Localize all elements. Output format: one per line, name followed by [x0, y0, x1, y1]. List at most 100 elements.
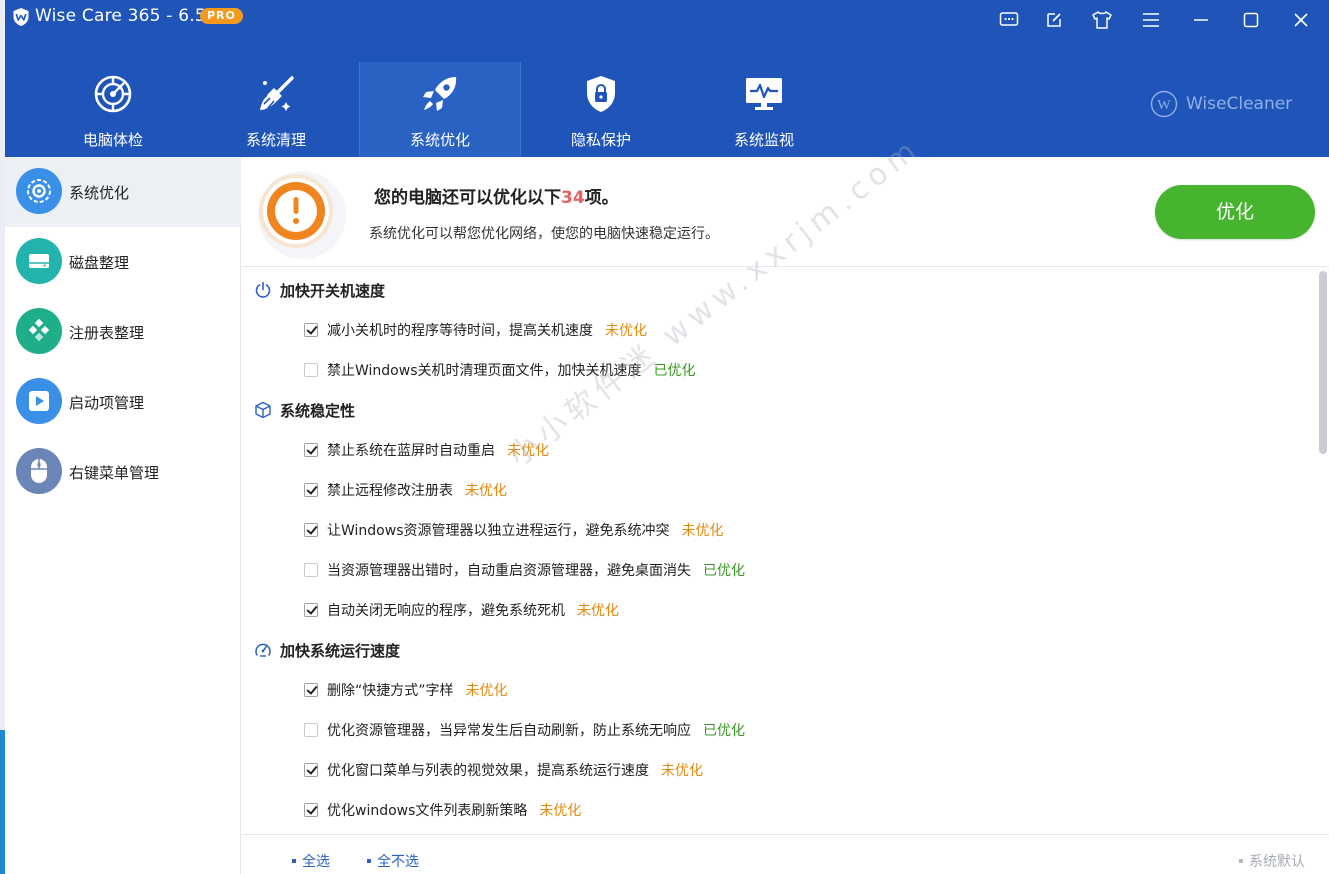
- tab-optimizer[interactable]: 系统优化: [360, 62, 520, 157]
- maximize-button[interactable]: [1237, 7, 1265, 33]
- list-item: 优化资源管理器，当异常发生后自动刷新，防止系统无响应 已优化: [304, 718, 745, 742]
- checkbox[interactable]: [304, 763, 318, 777]
- sidebar-item-label: 系统优化: [69, 184, 130, 202]
- skin-icon: [1092, 11, 1112, 29]
- item-text: 当资源管理器出错时，自动重启资源管理器，避免桌面消失: [327, 563, 691, 579]
- menu-button[interactable]: [1137, 7, 1165, 33]
- rocket-icon: [423, 77, 457, 111]
- mouse-icon: [16, 448, 62, 494]
- minimize-button[interactable]: [1187, 7, 1215, 33]
- close-button[interactable]: [1287, 7, 1315, 33]
- edit-icon: [1047, 13, 1061, 27]
- section-header: 加快系统运行速度: [254, 638, 400, 662]
- list-item: 让Windows资源管理器以独立进程运行，避免系统冲突 未优化: [304, 518, 724, 542]
- feedback-icon: [999, 12, 1019, 26]
- checkbox[interactable]: [304, 523, 318, 537]
- app-window: Wise Care 365 - 6.5.1 PRO 电脑体检 系统清理 系统优化…: [5, 0, 1329, 874]
- list-item: 禁止系统在蓝屏时自动重启 未优化: [304, 438, 549, 462]
- item-text: 优化资源管理器，当异常发生后自动刷新，防止系统无响应: [327, 723, 691, 739]
- tab-label: 隐私保护: [570, 131, 631, 149]
- sidebar-item-label: 注册表整理: [69, 324, 145, 342]
- tab-privacy[interactable]: 隐私保护: [521, 62, 681, 157]
- sidebar-item-startup[interactable]: 启动项管理: [5, 367, 241, 437]
- status-badge: 未优化: [577, 603, 619, 619]
- section-header: 系统稳定性: [254, 398, 355, 422]
- feedback-button[interactable]: [995, 7, 1023, 33]
- checkbox[interactable]: [304, 803, 318, 817]
- play-icon: [16, 378, 62, 424]
- tab-monitor[interactable]: 系统监视: [684, 62, 844, 157]
- tab-label: 系统优化: [409, 131, 470, 149]
- brand-name: WiseCleaner: [1186, 94, 1293, 114]
- issue-count: 34: [561, 188, 585, 208]
- broom-icon: [260, 76, 294, 111]
- list-item: 禁止Windows关机时清理页面文件，加快关机速度 已优化: [304, 358, 696, 382]
- main-panel: 您的电脑还可以优化以下34项。 系统优化可以帮您优化网络，使您的电脑快速稳定运行…: [242, 157, 1329, 874]
- sidebar: 系统优化 磁盘整理 注册表整理 启动项管理 右键菜单管理: [5, 157, 241, 874]
- status-badge: 已优化: [703, 723, 745, 739]
- item-text: 禁止Windows关机时清理页面文件，加快关机速度: [327, 363, 642, 379]
- warning-icon: [258, 171, 346, 259]
- radar-icon: [94, 75, 132, 113]
- summary-banner: 您的电脑还可以优化以下34项。 系统优化可以帮您优化网络，使您的电脑快速稳定运行…: [242, 157, 1329, 267]
- optimization-list: 加快开关机速度 减小关机时的程序等待时间，提高关机速度 未优化 禁止Window…: [242, 268, 1329, 834]
- gear-icon: [16, 168, 62, 214]
- item-text: 让Windows资源管理器以独立进程运行，避免系统冲突: [327, 523, 670, 539]
- sidebar-item-context-menu[interactable]: 右键菜单管理: [5, 437, 241, 507]
- cube-icon: [255, 401, 271, 419]
- list-item: 减小关机时的程序等待时间，提高关机速度 未优化: [304, 318, 647, 342]
- minimize-icon: [1194, 19, 1208, 21]
- list-item: 自动关闭无响应的程序，避免系统死机 未优化: [304, 598, 619, 622]
- status-badge: 已优化: [653, 363, 696, 379]
- checkbox[interactable]: [304, 443, 318, 457]
- optimize-button[interactable]: 优化: [1155, 185, 1315, 239]
- scrollbar-thumb[interactable]: [1319, 271, 1327, 454]
- item-text: 禁止系统在蓝屏时自动重启: [327, 443, 495, 459]
- disk-icon: [16, 238, 62, 284]
- sidebar-item-system-optimize[interactable]: 系统优化: [5, 157, 241, 227]
- checkbox[interactable]: [304, 363, 318, 377]
- item-text: 删除“快捷方式”字样: [327, 683, 454, 699]
- speedometer-icon: [255, 643, 271, 657]
- status-badge: 未优化: [465, 683, 508, 699]
- list-item: 优化windows文件列表刷新策略 未优化: [304, 798, 581, 822]
- status-badge: 已优化: [703, 563, 745, 579]
- window-title: Wise Care 365 - 6.5.1: [35, 6, 223, 26]
- edit-button[interactable]: [1040, 7, 1068, 33]
- sidebar-item-disk-defrag[interactable]: 磁盘整理: [5, 227, 241, 297]
- checkbox[interactable]: [304, 683, 318, 697]
- maximize-icon: [1243, 12, 1259, 28]
- status-badge: 未优化: [539, 803, 582, 819]
- list-item: 禁止远程修改注册表 未优化: [304, 478, 507, 502]
- status-badge: 未优化: [681, 523, 724, 539]
- status-badge: 未优化: [507, 443, 549, 459]
- checkbox[interactable]: [304, 603, 318, 617]
- status-badge: 未优化: [661, 763, 703, 779]
- skin-button[interactable]: [1088, 7, 1116, 33]
- tab-cleaner[interactable]: 系统清理: [196, 62, 356, 157]
- item-text: 禁止远程修改注册表: [327, 483, 453, 499]
- system-default-link[interactable]: 系统默认: [1239, 851, 1305, 871]
- checkbox[interactable]: [304, 723, 318, 737]
- sidebar-item-registry[interactable]: 注册表整理: [5, 297, 241, 367]
- list-item: 删除“快捷方式”字样 未优化: [304, 678, 508, 702]
- item-text: 优化窗口菜单与列表的视觉效果，提高系统运行速度: [327, 763, 649, 779]
- banner-subtitle: 系统优化可以帮您优化网络，使您的电脑快速稳定运行。: [369, 226, 719, 242]
- power-icon: [255, 281, 271, 298]
- section-header: 加快开关机速度: [254, 278, 385, 302]
- select-all-link[interactable]: 全选: [292, 851, 330, 871]
- item-text: 优化windows文件列表刷新策略: [327, 803, 528, 819]
- checkbox[interactable]: [304, 323, 318, 337]
- checkbox[interactable]: [304, 563, 318, 577]
- tab-label: 系统监视: [733, 131, 794, 149]
- list-item: 优化窗口菜单与列表的视觉效果，提高系统运行速度 未优化: [304, 758, 703, 782]
- brand-logo: W WiseCleaner: [1150, 90, 1292, 118]
- sidebar-item-label: 启动项管理: [69, 394, 145, 412]
- svg-text:W: W: [1157, 98, 1171, 113]
- select-none-link[interactable]: 全不选: [367, 851, 419, 871]
- checkbox[interactable]: [304, 483, 318, 497]
- list-footer: 全选 全不选 系统默认: [242, 834, 1329, 874]
- status-badge: 未优化: [605, 323, 647, 339]
- tab-label: 系统清理: [245, 131, 306, 149]
- tab-checkup[interactable]: 电脑体检: [33, 62, 193, 157]
